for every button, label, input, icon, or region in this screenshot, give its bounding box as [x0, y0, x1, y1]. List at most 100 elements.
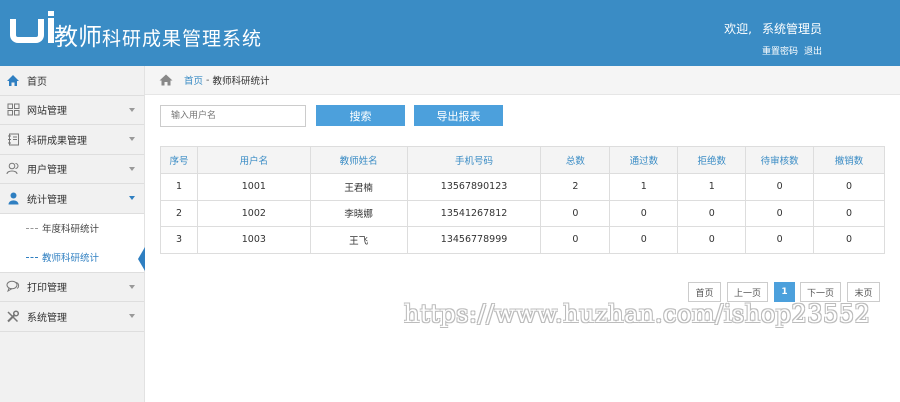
current-user: 系统管理员 [761, 22, 822, 36]
table-cell: 2 [540, 173, 611, 201]
top-header: 教师科研成果管理系统 欢迎, 系统管理员 重置密码 退出 [0, 0, 900, 66]
table-cell: 1001 [196, 173, 311, 201]
column-header: 待审核数 [745, 146, 815, 174]
next-page-button[interactable]: 下一页 [800, 282, 841, 302]
sidebar-item-users[interactable]: 用户管理 [0, 155, 144, 184]
table-cell: 1 [609, 173, 679, 201]
logout-link[interactable]: 退出 [804, 47, 822, 57]
table-row: 2 1002 李晓娜 13541267812 0 0 0 0 0 [160, 199, 885, 227]
chat-icon [6, 280, 20, 294]
user-icon [6, 191, 20, 205]
chevron-down-icon [129, 196, 135, 200]
tools-icon [6, 309, 20, 323]
export-report-button[interactable]: 导出报表 [414, 105, 503, 126]
sidebar-item-statistics[interactable]: 统计管理 [0, 184, 144, 214]
last-page-button[interactable]: 末页 [847, 282, 880, 302]
table-header-row: 序号 用户名 教师姓名 手机号码 总数 通过数 拒绝数 待审核数 撤销数 [160, 146, 885, 174]
table-cell: 13456778999 [406, 226, 542, 254]
welcome-label: 欢迎, [724, 22, 752, 36]
column-header: 撤销数 [813, 146, 885, 174]
column-header: 手机号码 [406, 146, 542, 174]
breadcrumb-home-link[interactable]: 首页 [184, 73, 203, 87]
sidebar-item-label: 科研成果管理 [27, 135, 87, 147]
table-cell: 王飞 [309, 226, 408, 254]
column-header: 通过数 [609, 146, 679, 174]
table-cell: 0 [745, 199, 815, 227]
table-cell: 13567890123 [406, 173, 542, 201]
sidebar: 首页 网站管理 科研成果管理 用户管理 统计管理 年度科研统计 教师科研统计 打… [0, 66, 145, 402]
chevron-down-icon [129, 166, 135, 171]
table-cell: 0 [813, 226, 885, 254]
users-icon [6, 162, 20, 176]
table-cell: 0 [745, 173, 815, 201]
sidebar-item-website[interactable]: 网站管理 [0, 96, 144, 125]
reset-password-link[interactable]: 重置密码 [762, 47, 798, 57]
header-links: 重置密码 退出 [756, 44, 822, 57]
app-title-main: 教师 [54, 23, 102, 51]
app-title-sub: 科研成果管理系统 [102, 28, 263, 50]
table-cell: 1 [677, 173, 747, 201]
grid-icon [6, 103, 20, 117]
table-cell: 0 [609, 226, 679, 254]
table-cell: 李晓娜 [309, 199, 408, 227]
chevron-down-icon [129, 284, 135, 289]
table-row: 3 1003 王飞 13456778999 0 0 0 0 0 [160, 226, 885, 254]
active-marker-icon [138, 246, 145, 271]
sidebar-item-research[interactable]: 科研成果管理 [0, 125, 144, 155]
sidebar-item-system[interactable]: 系统管理 [0, 302, 144, 332]
column-header: 总数 [540, 146, 611, 174]
column-header: 序号 [160, 146, 198, 174]
table-cell: 13541267812 [406, 199, 542, 227]
sidebar-item-label: 系统管理 [27, 312, 67, 324]
notebook-icon [6, 132, 20, 146]
table-cell: 0 [745, 226, 815, 254]
sidebar-item-home[interactable]: 首页 [0, 66, 144, 96]
table-cell: 2 [160, 199, 198, 227]
sidebar-item-label: 打印管理 [27, 283, 67, 295]
chevron-down-icon [129, 314, 135, 318]
app-title: 教师科研成果管理系统 [54, 17, 262, 52]
column-header: 教师姓名 [309, 146, 408, 174]
first-page-button[interactable]: 首页 [688, 282, 721, 302]
table-cell: 0 [813, 173, 885, 201]
sidebar-item-print[interactable]: 打印管理 [0, 273, 144, 302]
welcome-text: 欢迎, 系统管理员 [724, 20, 822, 37]
chevron-down-icon [129, 137, 135, 141]
breadcrumb: 首页 - 教师科研统计 [145, 66, 900, 95]
sidebar-item-label: 用户管理 [27, 165, 67, 177]
home-icon [6, 73, 20, 87]
table-cell: 0 [540, 226, 611, 254]
table-cell: 0 [540, 199, 611, 227]
submenu-item-label: 年度科研统计 [42, 224, 100, 235]
table-cell: 王君楠 [309, 173, 408, 201]
breadcrumb-current: 教师科研统计 [212, 76, 270, 87]
page-1-button[interactable]: 1 [774, 282, 795, 302]
column-header: 拒绝数 [677, 146, 747, 174]
submenu-item-teacher-stats[interactable]: 教师科研统计 [0, 243, 145, 272]
sidebar-item-label: 首页 [27, 76, 47, 88]
home-icon [159, 74, 173, 86]
table-cell: 1003 [196, 226, 311, 254]
table-cell: 0 [677, 226, 747, 254]
submenu-item-annual-stats[interactable]: 年度科研统计 [0, 214, 144, 243]
breadcrumb-separator: - [206, 74, 210, 86]
sidebar-item-label: 网站管理 [27, 106, 67, 118]
logo [10, 11, 54, 45]
column-header: 用户名 [196, 146, 311, 174]
table-cell: 0 [609, 199, 679, 227]
table-cell: 3 [160, 226, 198, 254]
statistics-submenu: 年度科研统计 教师科研统计 [0, 213, 145, 273]
table-cell: 0 [677, 199, 747, 227]
search-button[interactable]: 搜索 [316, 105, 405, 126]
tree-dash [26, 256, 38, 258]
username-search-input[interactable] [160, 105, 306, 127]
tree-dash [26, 227, 38, 229]
teacher-stats-table: 序号 用户名 教师姓名 手机号码 总数 通过数 拒绝数 待审核数 撤销数 1 1… [160, 146, 885, 254]
sidebar-item-label: 统计管理 [27, 194, 67, 206]
table-cell: 1002 [196, 199, 311, 227]
table-cell: 0 [813, 199, 885, 227]
prev-page-button[interactable]: 上一页 [727, 282, 768, 302]
watermark-text: https://www.huzhan.com/ishop23552 [404, 300, 871, 328]
chevron-down-icon [129, 107, 135, 112]
table-cell: 1 [160, 173, 198, 201]
